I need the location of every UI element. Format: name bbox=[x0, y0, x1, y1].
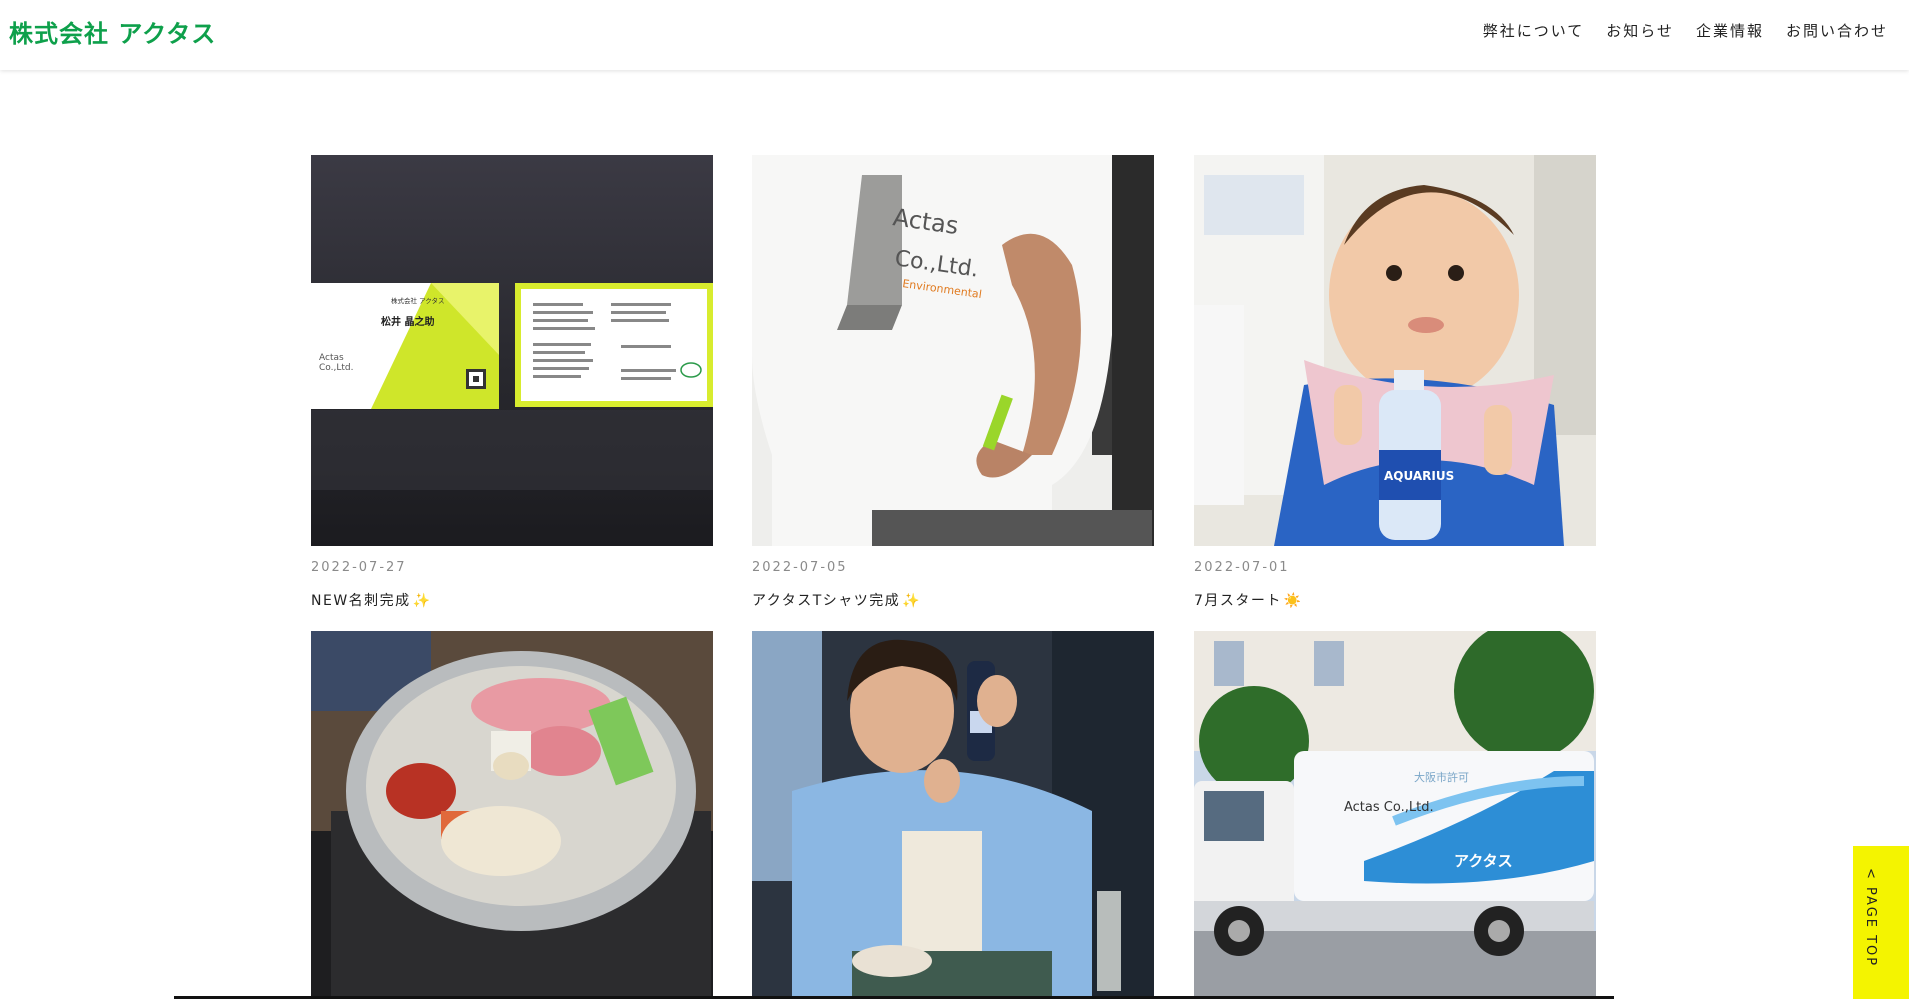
svg-text:Actas Co.,Ltd.: Actas Co.,Ltd. bbox=[1344, 800, 1434, 815]
post-date: 2022-07-27 bbox=[311, 560, 407, 575]
news-thumbnail[interactable] bbox=[752, 631, 1154, 999]
post-date: 2022-07-01 bbox=[1194, 560, 1290, 575]
baby-photo: AQUARIUS bbox=[1194, 155, 1596, 546]
main-nav: 弊社について お知らせ 企業情報 お問い合わせ bbox=[1483, 20, 1888, 41]
svg-text:Actas: Actas bbox=[319, 353, 344, 363]
sparkle-icon: ✨ bbox=[412, 593, 432, 609]
page-top-label: < PAGE TOP bbox=[1863, 868, 1878, 968]
news-thumbnail[interactable] bbox=[311, 631, 713, 999]
truck-photo: Actas Co.,Ltd. アクタス 大阪市許可 bbox=[1194, 631, 1596, 999]
post-date: 2022-07-05 bbox=[752, 560, 848, 575]
site-header: 株式会社 アクタス 弊社について お知らせ 企業情報 お問い合わせ bbox=[0, 0, 1909, 70]
page-top-button[interactable]: < PAGE TOP bbox=[1853, 846, 1909, 999]
site-logo[interactable]: 株式会社 アクタス bbox=[9, 14, 216, 49]
post-title[interactable]: NEW名刺完成 ✨ bbox=[311, 590, 432, 610]
post-title[interactable]: アクタスTシャツ完成 ✨ bbox=[752, 590, 921, 610]
svg-text:大阪市許可: 大阪市許可 bbox=[1414, 770, 1469, 784]
news-thumbnail[interactable]: Actas Co.,Ltd. Environmental bbox=[752, 155, 1154, 546]
svg-text:アクタス: アクタス bbox=[1454, 852, 1513, 870]
post-title[interactable]: 7月スタート ☀️ bbox=[1194, 590, 1303, 610]
business-card-photo: 株式会社 アクタス 松井 晶之助 Actas Co.,Ltd. bbox=[311, 155, 713, 546]
sun-icon: ☀️ bbox=[1283, 593, 1303, 609]
svg-text:AQUARIUS: AQUARIUS bbox=[1384, 469, 1454, 483]
nav-company[interactable]: 企業情報 bbox=[1696, 20, 1764, 41]
svg-text:松井 晶之助: 松井 晶之助 bbox=[381, 315, 434, 328]
tshirt-photo: Actas Co.,Ltd. Environmental bbox=[752, 155, 1154, 546]
nav-about[interactable]: 弊社について bbox=[1483, 20, 1585, 41]
nav-contact[interactable]: お問い合わせ bbox=[1786, 20, 1888, 41]
nav-news[interactable]: お知らせ bbox=[1606, 20, 1674, 41]
sparkle-icon: ✨ bbox=[902, 593, 922, 609]
svg-text:Co.,Ltd.: Co.,Ltd. bbox=[319, 363, 353, 373]
news-thumbnail[interactable]: Actas Co.,Ltd. アクタス 大阪市許可 bbox=[1194, 631, 1596, 999]
news-thumbnail[interactable]: 株式会社 アクタス 松井 晶之助 Actas Co.,Ltd. bbox=[311, 155, 713, 546]
news-thumbnail[interactable]: AQUARIUS bbox=[1194, 155, 1596, 546]
news-grid: 株式会社 アクタス 松井 晶之助 Actas Co.,Ltd. 2022-07-… bbox=[311, 155, 1596, 999]
svg-text:株式会社 アクタス: 株式会社 アクタス bbox=[391, 296, 444, 305]
hotpot-photo bbox=[311, 631, 713, 999]
celebration-photo bbox=[752, 631, 1154, 999]
